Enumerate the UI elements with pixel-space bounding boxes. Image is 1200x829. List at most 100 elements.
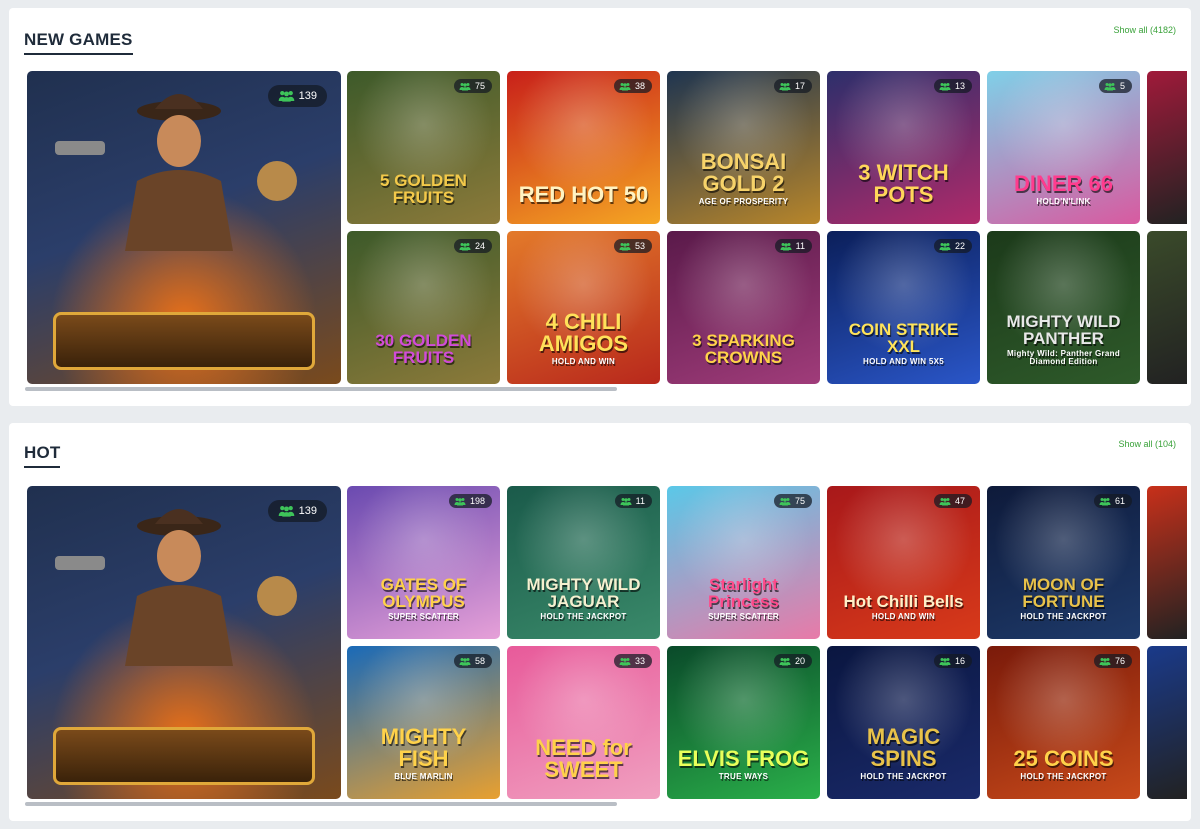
player-count-badge: 20	[773, 654, 812, 668]
people-icon	[278, 91, 294, 102]
people-icon	[1099, 657, 1111, 665]
game-subtitle: HOLD THE JACKPOT	[1020, 611, 1107, 621]
player-count-badge: 5	[1098, 79, 1132, 93]
featured-game-tile[interactable]: 139	[27, 71, 341, 384]
people-icon	[779, 497, 791, 505]
player-count: 11	[635, 496, 645, 506]
game-name: RED HOT 50	[518, 181, 649, 207]
show-all-link[interactable]: Show all (4182)	[1113, 25, 1176, 35]
player-count: 75	[794, 496, 805, 506]
game-title: 30 GOLDEN FRUITS	[353, 332, 494, 366]
game-name: DINER 66	[1013, 170, 1114, 196]
people-icon	[459, 242, 471, 250]
player-count-badge: 22	[933, 239, 972, 253]
people-icon	[619, 82, 631, 90]
game-tile[interactable]: 3 WITCH POTS 13	[827, 71, 980, 224]
people-icon	[939, 497, 951, 505]
game-tile[interactable]: RED HOT 50 38	[507, 71, 660, 224]
player-count: 76	[1114, 656, 1125, 666]
game-tile[interactable]: 4 CHILI AMIGOS HOLD AND WIN 53	[507, 231, 660, 384]
player-count-badge: 47	[933, 494, 972, 508]
next-game-tile-partial[interactable]	[1147, 486, 1187, 639]
game-tile[interactable]: MIGHTY WILD JAGUAR HOLD THE JACKPOT 11	[507, 486, 660, 639]
game-subtitle: SUPER SCATTER	[708, 611, 779, 621]
player-count-badge: 13	[933, 79, 972, 93]
game-name: Starlight Princess	[708, 574, 779, 611]
game-tile[interactable]: DINER 66 HOLD'N'LINK 5	[987, 71, 1140, 224]
featured-game-tagline	[53, 312, 315, 370]
game-tile[interactable]: COIN STRIKE XXL HOLD AND WIN 5X5 22	[827, 231, 980, 384]
player-count: 11	[795, 241, 805, 251]
game-name: MAGIC SPINS	[866, 723, 941, 771]
game-tile[interactable]: 30 GOLDEN FRUITS 24	[347, 231, 500, 384]
game-name: ELVIS FROG	[677, 745, 810, 771]
game-tile[interactable]: 3 SPARKING CROWNS 11	[667, 231, 820, 384]
next-game-tile-partial[interactable]	[1147, 71, 1187, 224]
game-title: GATES OF OLYMPUS SUPER SCATTER	[353, 576, 494, 621]
game-tile[interactable]: ELVIS FROG TRUE WAYS 20	[667, 646, 820, 799]
section-title: HOT	[24, 443, 61, 468]
people-icon	[780, 242, 792, 250]
carousel-scrollbar[interactable]	[25, 802, 617, 806]
game-tile[interactable]: GATES OF OLYMPUS SUPER SCATTER 198	[347, 486, 500, 639]
people-icon	[619, 242, 631, 250]
player-count-badge: 75	[453, 79, 492, 93]
player-count-badge: 11	[774, 239, 812, 253]
player-count: 20	[794, 656, 805, 666]
game-subtitle: HOLD AND WIN	[551, 356, 616, 366]
player-count: 38	[634, 81, 645, 91]
game-tile[interactable]: NEED for SWEET 33	[507, 646, 660, 799]
player-count-badge: 24	[453, 239, 492, 253]
player-count-badge: 76	[1093, 654, 1132, 668]
player-count-badge: 139	[267, 85, 327, 107]
new-games-section: NEW GAMES Show all (4182) 139 5 GOLDEN FR…	[9, 8, 1191, 406]
game-subtitle: SUPER SCATTER	[388, 611, 459, 621]
game-name: MIGHTY WILD JAGUAR	[526, 574, 641, 611]
carousel-scrollbar[interactable]	[25, 387, 617, 391]
game-tile[interactable]: MIGHTY FISH BLUE MARLIN 58	[347, 646, 500, 799]
featured-game-tagline	[53, 727, 315, 785]
next-game-tile-partial[interactable]	[1147, 646, 1187, 799]
player-count-badge: 16	[933, 654, 972, 668]
game-title: DINER 66 HOLD'N'LINK	[993, 170, 1134, 206]
player-count: 5	[1119, 81, 1125, 91]
people-icon	[939, 82, 951, 90]
player-count-badge: 17	[773, 79, 812, 93]
game-tile[interactable]: 25 COINS HOLD THE JACKPOT 76	[987, 646, 1140, 799]
next-game-tile-partial[interactable]	[1147, 231, 1187, 384]
player-count: 24	[474, 241, 485, 251]
game-title: RED HOT 50	[513, 181, 654, 207]
game-title: MAGIC SPINS HOLD THE JACKPOT	[833, 723, 974, 781]
game-tile[interactable]: MAGIC SPINS HOLD THE JACKPOT 16	[827, 646, 980, 799]
games-carousel[interactable]: 139 5 GOLDEN FRUITS 75 RED HOT 50 38 BONSAI G…	[27, 71, 1191, 391]
player-count: 33	[634, 656, 645, 666]
game-title: MIGHTY WILD PANTHER Mighty Wild: Panther …	[993, 313, 1134, 366]
game-tile[interactable]: MOON OF FORTUNE HOLD THE JACKPOT 61	[987, 486, 1140, 639]
game-tile[interactable]: Starlight Princess SUPER SCATTER 75	[667, 486, 820, 639]
show-all-link[interactable]: Show all (104)	[1118, 439, 1176, 449]
game-tile[interactable]: 5 GOLDEN FRUITS 75	[347, 71, 500, 224]
game-title: 3 SPARKING CROWNS	[673, 332, 814, 366]
player-count: 17	[794, 81, 805, 91]
game-tile[interactable]: Hot Chilli Bells HOLD AND WIN 47	[827, 486, 980, 639]
people-icon	[1099, 497, 1111, 505]
player-count-badge: 53	[613, 239, 652, 253]
player-count-badge: 33	[613, 654, 652, 668]
game-title: MOON OF FORTUNE HOLD THE JACKPOT	[993, 576, 1134, 621]
featured-game-tile[interactable]: 139	[27, 486, 341, 799]
game-tile[interactable]: MIGHTY WILD PANTHER Mighty Wild: Panther …	[987, 231, 1140, 384]
game-name: MIGHTY FISH	[380, 723, 467, 771]
player-count: 53	[634, 241, 645, 251]
game-title: Starlight Princess SUPER SCATTER	[673, 576, 814, 621]
player-count: 139	[298, 505, 317, 517]
game-name: MOON OF FORTUNE	[1022, 574, 1105, 611]
game-title: 4 CHILI AMIGOS HOLD AND WIN	[513, 310, 654, 366]
game-subtitle: HOLD AND WIN	[871, 611, 936, 621]
game-subtitle: HOLD AND WIN 5X5	[863, 356, 944, 366]
game-name: 3 SPARKING CROWNS	[692, 330, 795, 367]
game-tile[interactable]: BONSAI GOLD 2 AGE OF PROSPERITY 17	[667, 71, 820, 224]
player-count: 61	[1114, 496, 1125, 506]
games-carousel[interactable]: 139 GATES OF OLYMPUS SUPER SCATTER 198 MIGHT…	[27, 486, 1191, 806]
people-icon	[939, 657, 951, 665]
game-subtitle: HOLD THE JACKPOT	[540, 611, 627, 621]
